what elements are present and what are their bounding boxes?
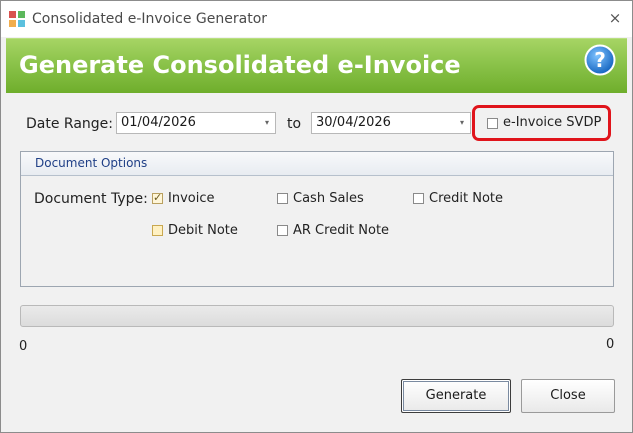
help-icon[interactable]: ? xyxy=(584,44,616,76)
progress-bar xyxy=(20,305,614,327)
date-from-dropdown[interactable]: 01/04/2026 ▾ xyxy=(116,112,276,134)
document-options-group: Document Options Document Type: Invoice … xyxy=(20,151,614,287)
window-title: Consolidated e-Invoice Generator xyxy=(32,11,268,27)
debit-note-label: Debit Note xyxy=(168,223,238,238)
svdp-checkbox[interactable] xyxy=(487,118,498,129)
credit-note-checkbox[interactable] xyxy=(413,193,424,204)
chevron-down-icon: ▾ xyxy=(459,118,464,127)
ar-credit-note-checkbox[interactable] xyxy=(277,225,288,236)
close-button[interactable]: Close xyxy=(521,379,615,413)
header-banner: Generate Consolidated e-Invoice ? xyxy=(6,38,627,93)
chevron-down-icon: ▾ xyxy=(264,118,269,127)
date-to-value: 30/04/2026 xyxy=(316,115,391,130)
dialog-content: Date Range: 01/04/2026 ▾ to 30/04/2026 ▾… xyxy=(6,93,627,428)
credit-note-label: Credit Note xyxy=(429,191,504,206)
cash-sales-label: Cash Sales xyxy=(293,191,364,206)
date-range-label: Date Range: xyxy=(26,116,114,132)
date-to-dropdown[interactable]: 30/04/2026 ▾ xyxy=(311,112,471,134)
debit-note-checkbox[interactable] xyxy=(152,225,163,236)
ar-credit-note-label: AR Credit Note xyxy=(293,223,390,238)
generate-button[interactable]: Generate xyxy=(401,379,511,413)
document-options-header: Document Options xyxy=(21,152,613,176)
invoice-checkbox[interactable] xyxy=(152,191,163,204)
invoice-label: Invoice xyxy=(168,191,215,206)
help-glyph: ? xyxy=(594,48,606,72)
window-close-icon[interactable]: × xyxy=(605,8,625,28)
app-icon xyxy=(9,11,25,27)
svdp-label: e-Invoice SVDP xyxy=(503,115,602,130)
date-to-label: to xyxy=(287,116,302,132)
banner-title: Generate Consolidated e-Invoice xyxy=(19,51,461,79)
document-type-label: Document Type: xyxy=(34,191,148,207)
progress-min-label: 0 xyxy=(19,339,28,354)
document-options-title: Document Options xyxy=(35,156,148,170)
cash-sales-checkbox[interactable] xyxy=(277,193,288,204)
dialog-window: Consolidated e-Invoice Generator × Gener… xyxy=(0,0,633,433)
title-bar[interactable]: Consolidated e-Invoice Generator × xyxy=(1,1,632,37)
progress-max-label: 0 xyxy=(606,337,615,352)
date-from-value: 01/04/2026 xyxy=(121,115,196,130)
